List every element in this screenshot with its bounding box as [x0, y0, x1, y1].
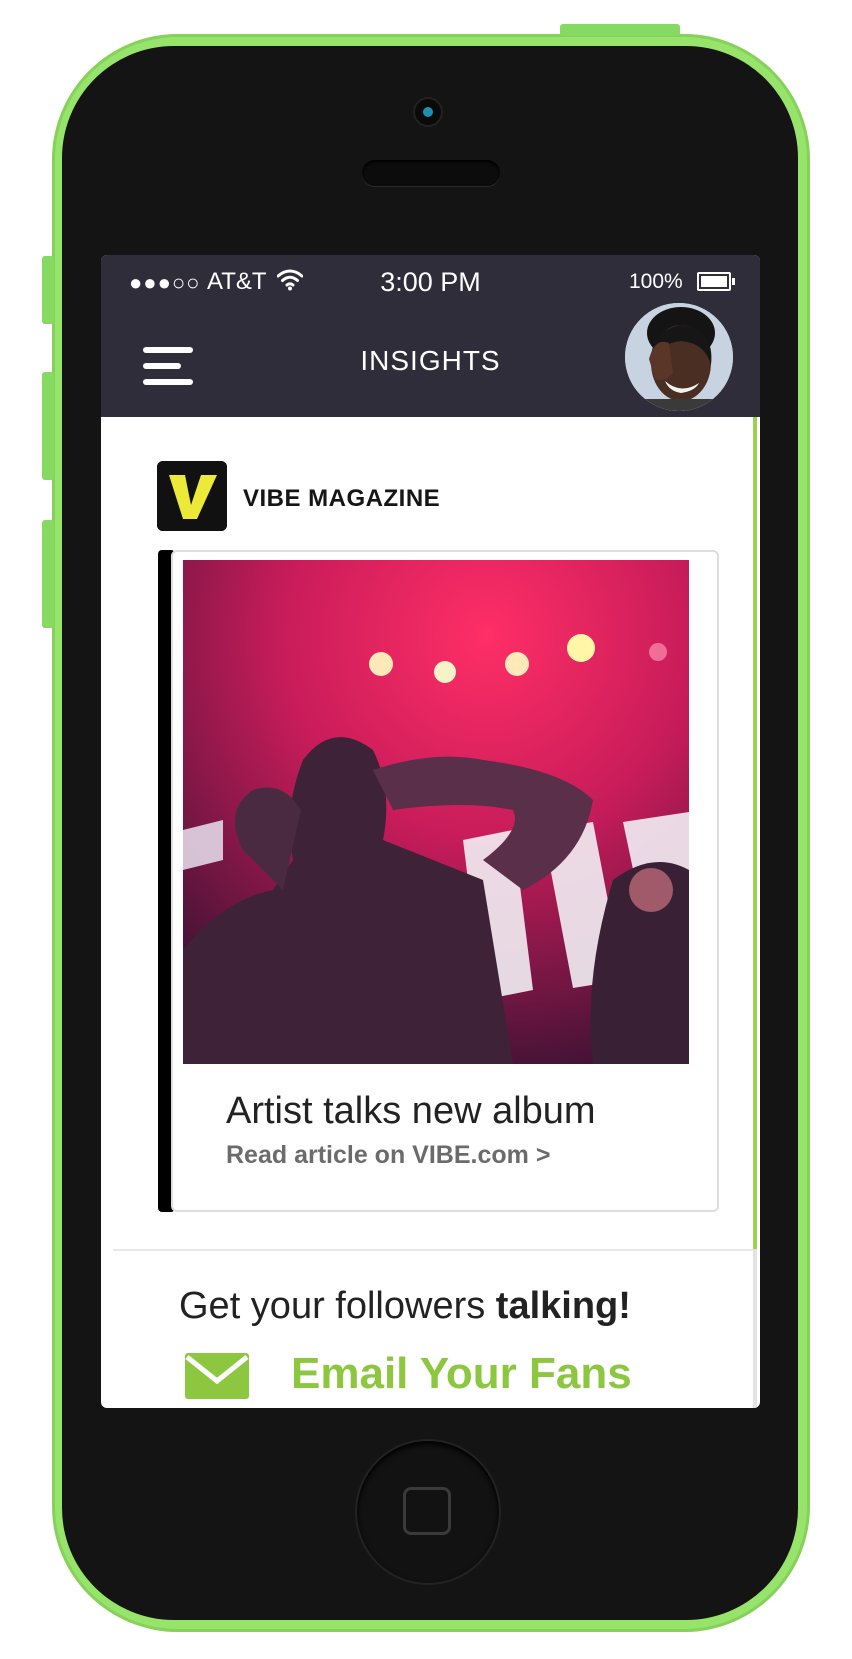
battery-icon	[697, 272, 735, 291]
earpiece-speaker	[362, 160, 500, 186]
email-fans-label: Email Your Fans	[291, 1349, 632, 1398]
app-screen: ●●●○○ AT&T 3:00 PM 100% INSIGHTS VIBE MA…	[101, 255, 760, 1408]
status-bar: ●●●○○ AT&T 3:00 PM 100%	[101, 255, 760, 303]
mute-switch	[42, 256, 54, 324]
article-image	[183, 560, 689, 1064]
avatar-photo	[625, 303, 733, 411]
source-name: VIBE MAGAZINE	[243, 485, 441, 512]
article-title: Artist talks new album	[226, 1090, 596, 1132]
vibe-logo-mark	[157, 461, 227, 531]
concert-photo	[183, 560, 689, 1064]
cta-text: Get your followers talking!	[179, 1285, 631, 1328]
email-fans-button[interactable]: Email Your Fans	[185, 1349, 705, 1408]
battery-percent: 100%	[629, 270, 683, 293]
article-card[interactable]: Artist talks new album Read article on V…	[171, 550, 719, 1212]
cta-text-bold: talking!	[495, 1285, 631, 1327]
article-link[interactable]: Read article on VIBE.com >	[226, 1141, 550, 1170]
front-camera	[415, 99, 441, 125]
power-button	[560, 24, 680, 36]
app-header: ●●●○○ AT&T 3:00 PM 100% INSIGHTS	[101, 255, 760, 417]
home-button[interactable]	[357, 1441, 499, 1583]
home-square-icon	[403, 1487, 451, 1535]
volume-down-button	[42, 520, 54, 628]
vibe-logo	[157, 461, 227, 531]
cta-text-prefix: Get your followers	[179, 1285, 496, 1327]
menu-line	[143, 379, 193, 385]
avatar[interactable]	[625, 303, 733, 411]
volume-up-button	[42, 372, 54, 480]
feed-card: VIBE MAGAZINE Artist talks new album Rea…	[113, 417, 753, 1249]
cta-card: Get your followers talking! Email Your F…	[113, 1249, 753, 1408]
envelope-icon	[185, 1353, 249, 1399]
